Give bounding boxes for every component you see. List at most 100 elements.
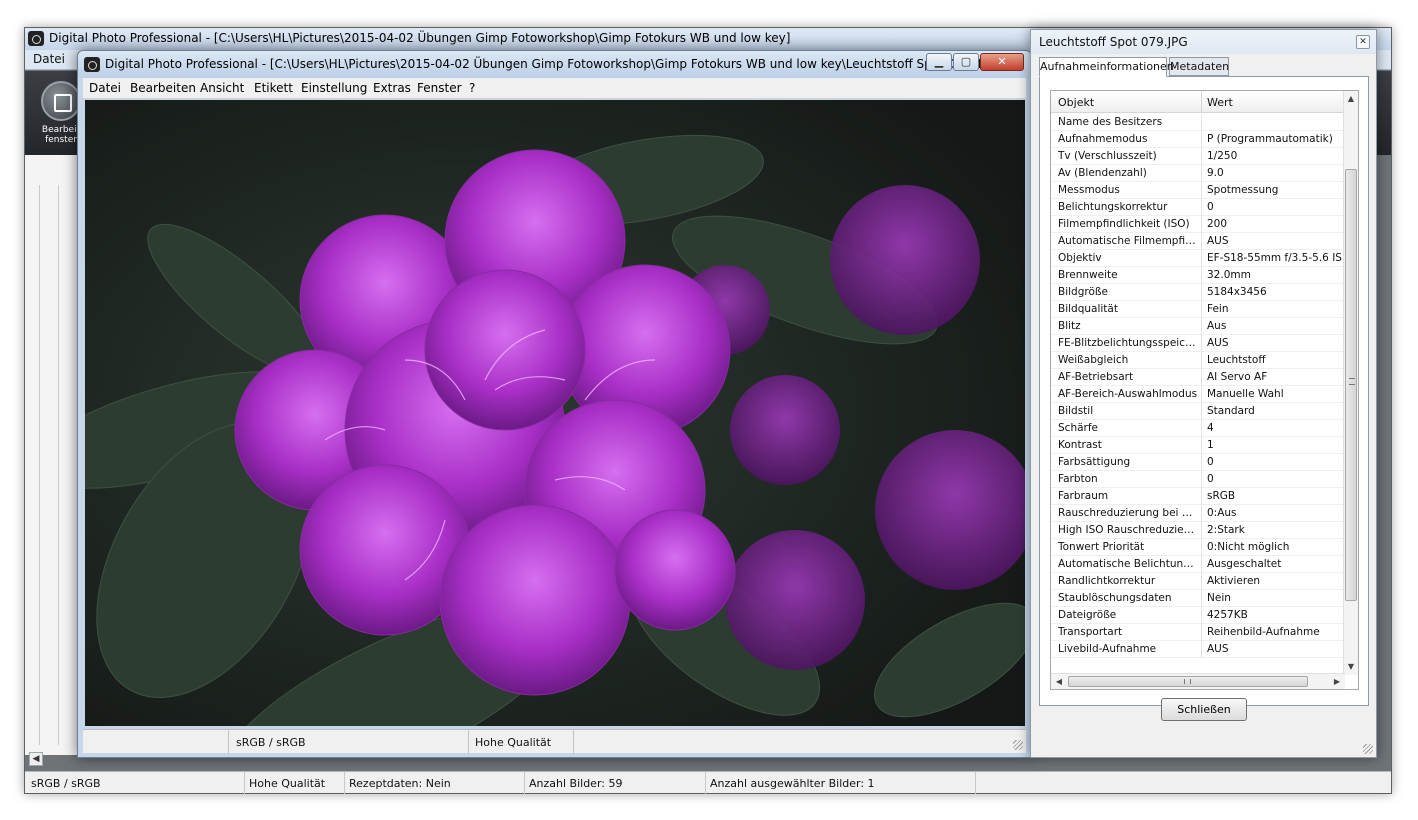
table-row[interactable]: Farbsättigung 0: [1051, 454, 1345, 471]
resize-grip-icon[interactable]: [1013, 740, 1023, 750]
viewer-titlebar[interactable]: Digital Photo Professional - [C:\Users\H…: [78, 51, 1031, 78]
table-row[interactable]: Aufnahmemodus P (Programmautomatik): [1051, 131, 1345, 148]
cell-separator: [1201, 488, 1202, 505]
row-key: Blitz: [1058, 320, 1081, 332]
table-row[interactable]: Transportart Reihenbild-Aufnahme: [1051, 624, 1345, 641]
close-window-button[interactable]: ✕: [980, 53, 1024, 71]
status-separator: [705, 772, 706, 794]
cell-separator: [1201, 403, 1202, 420]
table-row[interactable]: Bildqualität Fein: [1051, 301, 1345, 318]
row-key: Randlichtkorrektur: [1058, 575, 1156, 587]
table-row[interactable]: FE-Blitzbelichtungsspeicher... AUS: [1051, 335, 1345, 352]
status-separator: [344, 772, 345, 794]
column-header-objekt[interactable]: Objekt: [1058, 96, 1094, 109]
table-row[interactable]: Rauschreduzierung bei Lan... 0:Aus: [1051, 505, 1345, 522]
scroll-right-arrow-icon[interactable]: ▶: [1331, 675, 1343, 689]
cell-separator: [1201, 369, 1202, 386]
table-row[interactable]: AF-Betriebsart AI Servo AF: [1051, 369, 1345, 386]
table-row[interactable]: AF-Bereich-Auswahlmodus Manuelle Wahl: [1051, 386, 1345, 403]
table-row[interactable]: Tonwert Priorität 0:Nicht möglich: [1051, 539, 1345, 556]
vertical-scroll-thumb[interactable]: [1345, 169, 1357, 601]
table-row[interactable]: Bildgröße 5184x3456: [1051, 284, 1345, 301]
table-row[interactable]: Farbraum sRGB: [1051, 488, 1345, 505]
table-row[interactable]: Staublöschungsdaten Nein: [1051, 590, 1345, 607]
menu-extras[interactable]: Extras: [373, 81, 411, 95]
row-key: Tv (Verschlusszeit): [1058, 150, 1157, 162]
menu-datei[interactable]: Datei: [89, 81, 121, 95]
table-row[interactable]: Automatische Filmempfindli... AUS: [1051, 233, 1345, 250]
cell-separator: [1201, 420, 1202, 437]
table-row[interactable]: Belichtungskorrektur 0: [1051, 199, 1345, 216]
table-row[interactable]: Bildstil Standard: [1051, 403, 1345, 420]
status-separator: [524, 772, 525, 794]
scroll-down-arrow-icon[interactable]: ▼: [1344, 659, 1358, 675]
table-row[interactable]: Weißabgleich Leuchtstoff: [1051, 352, 1345, 369]
horizontal-scroll-thumb[interactable]: [1068, 676, 1308, 687]
scroll-up-arrow-icon[interactable]: ▲: [1344, 91, 1358, 107]
minimize-button[interactable]: ▁: [926, 53, 952, 71]
menu-etikett[interactable]: Etikett: [254, 81, 293, 95]
table-row[interactable]: Name des Besitzers: [1051, 114, 1345, 131]
status-recipe: Rezeptdaten: Nein: [349, 777, 451, 790]
image-viewer-window: Digital Photo Professional - [C:\Users\H…: [77, 50, 1032, 758]
row-key: Staublöschungsdaten: [1058, 592, 1172, 604]
tab-panel: Objekt Wert Name des Besitzers Aufnahmemo…: [1039, 76, 1369, 706]
table-row[interactable]: Filmempfindlichkeit (ISO) 200: [1051, 216, 1345, 233]
row-key: Automatische Belichtungso...: [1058, 558, 1198, 570]
cell-separator: [1201, 335, 1202, 352]
menu-fenster[interactable]: Fenster: [417, 81, 462, 95]
row-key: Belichtungskorrektur: [1058, 201, 1168, 213]
menu-ansicht[interactable]: Ansicht: [200, 81, 244, 95]
table-row[interactable]: Kontrast 1: [1051, 437, 1345, 454]
row-value: Standard: [1207, 405, 1255, 417]
horizontal-scrollbar[interactable]: ◀ ▶: [1051, 673, 1345, 689]
tab-metadaten[interactable]: Metadaten: [1169, 57, 1229, 76]
cell-separator: [1201, 250, 1202, 267]
vertical-scrollbar[interactable]: ▲ ▼: [1343, 91, 1358, 675]
camera-icon: [84, 57, 100, 72]
table-row[interactable]: Dateigröße 4257KB: [1051, 607, 1345, 624]
row-value: 0: [1207, 201, 1214, 213]
table-row[interactable]: Livebild-Aufnahme AUS: [1051, 641, 1345, 658]
table-row[interactable]: Brennweite 32.0mm: [1051, 267, 1345, 284]
cell-separator: [1201, 284, 1202, 301]
cell-separator: [1201, 471, 1202, 488]
rhododendron-photo: [85, 100, 1025, 726]
row-value: Fein: [1207, 303, 1229, 315]
table-row[interactable]: Tv (Verschlusszeit) 1/250: [1051, 148, 1345, 165]
scroll-left-arrow-icon[interactable]: ◀: [1053, 675, 1065, 689]
row-value: AI Servo AF: [1207, 371, 1268, 383]
table-row[interactable]: Messmodus Spotmessung: [1051, 182, 1345, 199]
resize-grip-icon[interactable]: [1363, 744, 1373, 754]
scroll-left-arrow-icon[interactable]: ◀: [29, 752, 43, 766]
column-separator[interactable]: [1201, 91, 1202, 113]
table-row[interactable]: Schärfe 4: [1051, 420, 1345, 437]
table-row[interactable]: Blitz Aus: [1051, 318, 1345, 335]
cell-separator: [1201, 165, 1202, 182]
main-menu-file[interactable]: Datei: [33, 52, 65, 66]
photo-canvas[interactable]: [85, 100, 1025, 726]
status-color-space: sRGB / sRGB: [31, 777, 101, 790]
table-row[interactable]: Farbton 0: [1051, 471, 1345, 488]
row-value: 32.0mm: [1207, 269, 1251, 281]
info-titlebar[interactable]: Leuchtstoff Spot 079.JPG ✕: [1031, 30, 1376, 54]
table-row[interactable]: High ISO Rauschreduzierung 2:Stark: [1051, 522, 1345, 539]
cell-separator: [1201, 114, 1202, 131]
menu-einstellung[interactable]: Einstellung: [301, 81, 367, 95]
viewer-menubar: Datei Bearbeiten Ansicht Etikett Einstel…: [83, 78, 1026, 99]
schliessen-button[interactable]: Schließen: [1161, 698, 1247, 721]
table-row[interactable]: Randlichtkorrektur Aktivieren: [1051, 573, 1345, 590]
table-row[interactable]: Automatische Belichtungso... Ausgeschalte…: [1051, 556, 1345, 573]
menu-help[interactable]: ?: [469, 81, 475, 95]
cell-separator: [1201, 505, 1202, 522]
maximize-button[interactable]: ▢: [953, 53, 979, 71]
table-row[interactable]: Av (Blendenzahl) 9.0: [1051, 165, 1345, 182]
menu-bearbeiten[interactable]: Bearbeiten: [130, 81, 196, 95]
table-row[interactable]: Objektiv EF-S18-55mm f/3.5-5.6 IS II: [1051, 250, 1345, 267]
info-table-header: Objekt Wert: [1051, 91, 1345, 113]
row-value: Manuelle Wahl: [1207, 388, 1284, 400]
column-header-wert[interactable]: Wert: [1207, 96, 1233, 109]
close-icon[interactable]: ✕: [1356, 35, 1370, 49]
tab-aufnahmeinformationen[interactable]: Aufnahmeinformationen: [1039, 57, 1174, 77]
status-selected-count: Anzahl ausgewählter Bilder: 1: [710, 777, 875, 790]
